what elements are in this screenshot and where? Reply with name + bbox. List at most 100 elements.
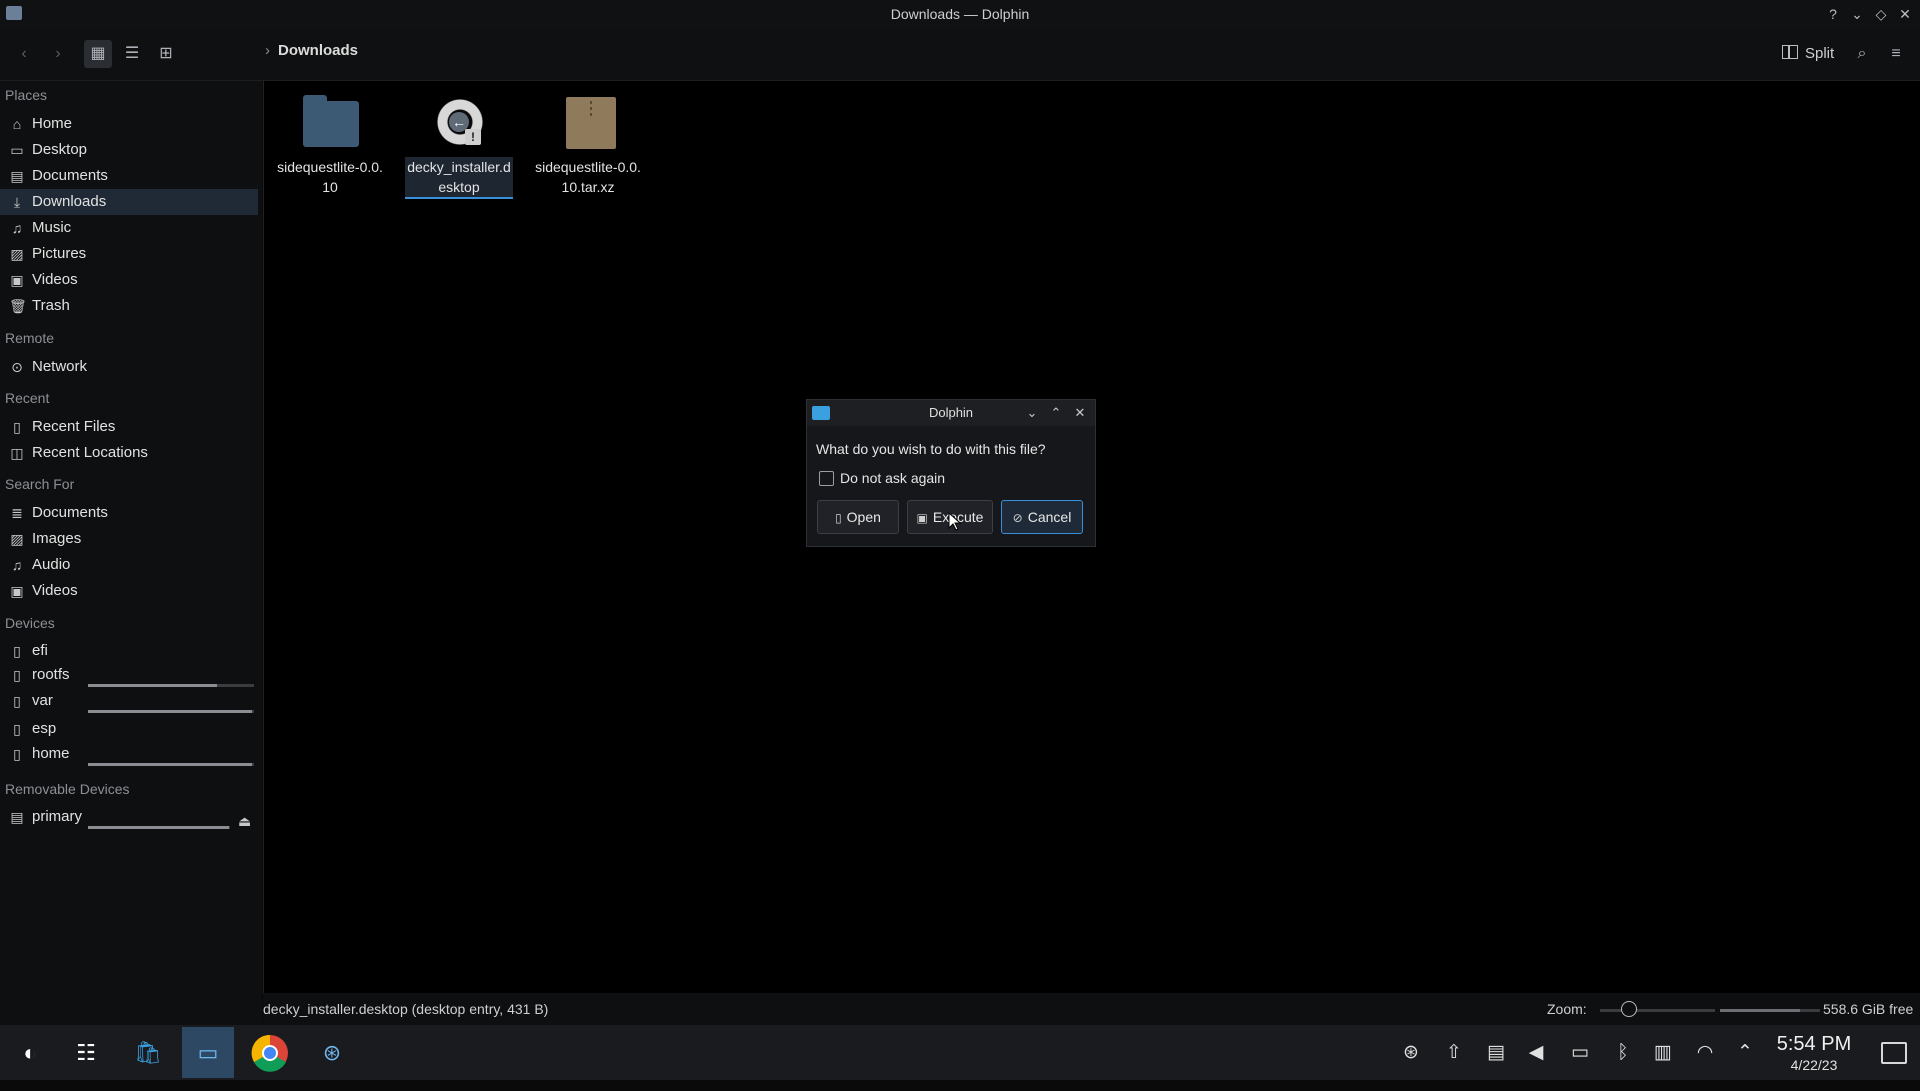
primary-usage-fill [88,826,229,829]
free-space-fill [1720,1009,1800,1012]
sidebar-item-search-audio[interactable]: ♫ Audio [0,552,258,578]
zoom-slider-handle[interactable] [1621,1001,1637,1017]
section-devices: Devices [5,615,55,631]
close-icon[interactable]: ✕ [1895,4,1915,24]
audio-icon: ♫ [11,557,23,573]
free-space-text: 558.6 GiB free [1823,1001,1914,1017]
places-panel: Places ⌂ Home ▭ Desktop ▤ Documents ⤓ Downlo… [0,81,262,1025]
split-button[interactable]: Split [1782,40,1834,68]
eject-icon[interactable]: ⏏ [238,808,251,834]
volume-icon[interactable]: ◀ [1522,1039,1550,1067]
images-icon: ▨ [10,531,24,547]
sd-card-tray-icon[interactable]: ▥ [1649,1039,1677,1067]
discover-store-icon[interactable]: 🛍 [122,1027,174,1078]
sidebar-item-videos[interactable]: ▣ Videos [0,267,258,293]
maximize-icon[interactable]: ◇ [1871,4,1891,24]
file-item[interactable]: sidequestlite-0.0.10 [276,93,384,197]
cancel-icon: ⊘ [1012,511,1023,525]
download-icon: ⤓ [13,194,21,210]
steam-tray-icon[interactable]: ⊛ [1397,1039,1425,1067]
settings-icon[interactable]: ☷ [60,1027,112,1078]
file-item[interactable]: sidequestlite-0.0.10.tar.xz [534,93,642,197]
split-view-icon [1782,45,1798,59]
recent-files-icon: ▯ [13,419,21,435]
execute-icon: ▣ [916,511,928,525]
breadcrumb[interactable]: › Downloads [265,42,358,59]
sidebar-item-recent-files[interactable]: ▯ Recent Files [0,414,258,440]
window-title: Downloads — Dolphin [890,6,1030,22]
icons-view-icon[interactable]: ▦ [84,40,112,68]
cancel-button[interactable]: ⊘ Cancel [1001,500,1083,534]
sidebar-item-search-videos[interactable]: ▣ Videos [0,578,258,604]
steamos-menu-icon[interactable]: ◐ [4,1027,56,1078]
forward-icon[interactable]: › [44,40,72,68]
clipboard-icon[interactable]: ▤ [1482,1039,1510,1067]
section-remote: Remote [5,330,55,346]
close-icon[interactable]: ✕ [1071,403,1089,423]
home-usage-bar [88,763,254,766]
sidebar-item-downloads[interactable]: ⤓ Downloads [0,189,258,215]
section-recent: Recent [5,390,50,406]
sidebar-item-search-documents[interactable]: ≣ Documents [0,500,258,526]
battery-icon[interactable]: ▭ [1566,1039,1594,1067]
network-icon: ⊙ [11,359,23,375]
music-icon: ♫ [11,220,23,236]
zoom-slider-track[interactable] [1600,1009,1715,1012]
mouse-cursor-icon [948,512,962,531]
minimize-icon[interactable]: ⌄ [1023,403,1041,423]
sidebar-item-rootfs[interactable]: ▯ rootfs [0,662,258,688]
details-view-icon[interactable]: ⊞ [152,40,180,68]
documents-icon: ≣ [11,505,23,521]
pictures-icon: ▨ [10,246,24,262]
file-item[interactable]: ←! decky_installer.desktop [405,93,513,199]
dialog-title-bar[interactable]: Dolphin ⌄ ⌃ ✕ [807,400,1095,426]
sidebar-item-desktop[interactable]: ▭ Desktop [0,137,258,163]
minimize-icon[interactable]: ⌄ [1847,4,1867,24]
expand-tray-icon[interactable]: ⌃ [1731,1039,1759,1067]
sidebar-item-network[interactable]: ⊙ Network [0,354,258,380]
folder-icon [303,95,359,147]
sidebar-item-primary[interactable]: ▤ primary ⏏ [0,804,258,830]
drive-icon: ▯ [13,643,21,659]
help-icon[interactable]: ? [1823,4,1843,24]
compact-view-icon[interactable]: ☰ [118,40,146,68]
search-icon[interactable]: ⌕ [1848,40,1876,68]
home-icon: ⌂ [12,116,22,132]
dolphin-icon[interactable]: ▭ [182,1027,234,1078]
sidebar-item-search-images[interactable]: ▨ Images [0,526,258,552]
sidebar-item-pictures[interactable]: ▨ Pictures [0,241,258,267]
sidebar-item-home-partition[interactable]: ▯ home [0,741,258,767]
maximize-icon[interactable]: ⌃ [1047,403,1065,423]
chrome-icon[interactable] [244,1027,296,1078]
hamburger-menu-icon[interactable]: ≡ [1882,40,1910,68]
drive-icon: ▯ [13,721,21,737]
section-removable-devices: Removable Devices [5,781,130,797]
rootfs-usage-fill [88,684,218,687]
sidebar-item-music[interactable]: ♫ Music [0,215,258,241]
breadcrumb-item[interactable]: Downloads [278,42,358,59]
documents-icon: ▤ [10,168,24,184]
sd-card-icon: ▤ [10,809,24,825]
section-places: Places [5,87,48,103]
back-icon[interactable]: ‹ [10,40,38,68]
update-icon[interactable]: ⇧ [1440,1039,1468,1067]
steam-icon[interactable]: ⊛ [306,1027,358,1078]
sidebar-item-home[interactable]: ⌂ Home [0,111,258,137]
do-not-ask-checkbox[interactable] [819,471,834,486]
bluetooth-icon[interactable]: ᛒ [1609,1039,1637,1067]
open-button[interactable]: ▯ Open [817,500,899,534]
zoom-label: Zoom: [1547,1001,1587,1017]
clock-date[interactable]: 4/22/23 [1776,1057,1852,1073]
sidebar-item-trash[interactable]: 🗑 Trash [0,293,258,319]
sidebar-item-esp[interactable]: ▯ esp [0,716,258,742]
sidebar-item-recent-locations[interactable]: ◫ Recent Locations [0,440,258,466]
sidebar-item-documents[interactable]: ▤ Documents [0,163,258,189]
do-not-ask-label[interactable]: Do not ask again [840,470,945,486]
wifi-icon[interactable]: ◠ [1691,1039,1719,1067]
clock-time[interactable]: 5:54 PM [1776,1033,1852,1056]
sidebar-item-efi[interactable]: ▯ efi [0,638,258,664]
rootfs-usage-bar [88,684,254,687]
primary-usage-bar [88,826,230,829]
show-desktop-icon[interactable] [1881,1042,1907,1064]
sidebar-item-var[interactable]: ▯ var [0,688,258,714]
